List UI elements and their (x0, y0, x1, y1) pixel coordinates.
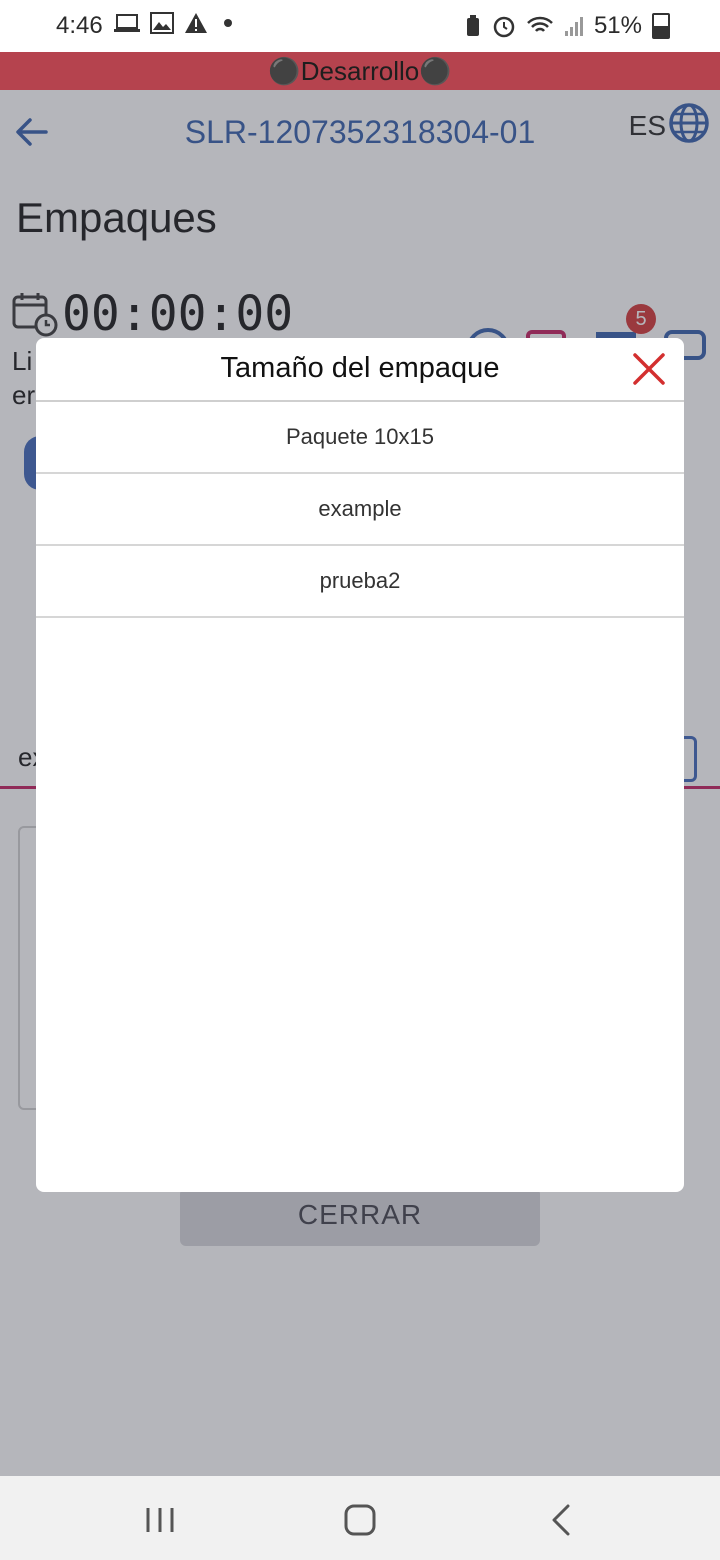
battery-icon (652, 13, 670, 39)
dev-banner-text: Desarrollo (300, 56, 420, 86)
status-left-icons (114, 12, 238, 34)
app-screen: SLR-1207352318304-01 ES Empaques 00:00:0… (0, 90, 720, 1476)
status-bar: 4:46 51% (0, 0, 720, 52)
recent-apps-icon[interactable] (140, 1500, 180, 1540)
package-option[interactable]: prueba2 (36, 546, 684, 618)
back-icon[interactable] (542, 1500, 582, 1540)
battery-saver-icon (466, 15, 479, 36)
laptop-icon (114, 14, 140, 32)
alarm-icon (493, 16, 515, 38)
wifi-icon (527, 16, 553, 32)
warning-icon (185, 13, 207, 33)
dialog-title: Tamaño del empaque (220, 352, 500, 384)
battery-percent: 51% (593, 12, 642, 39)
home-icon[interactable] (340, 1500, 380, 1540)
dialog-header: Tamaño del empaque (36, 338, 684, 402)
package-option[interactable]: example (36, 474, 684, 546)
package-size-dialog: Tamaño del empaque Paquete 10x15 example… (36, 338, 684, 1192)
dot-icon (224, 19, 232, 27)
navigation-bar (0, 1476, 720, 1560)
bomb-icon: ⚫ (419, 56, 452, 86)
dev-banner: ⚫Desarrollo⚫ (0, 52, 720, 90)
bomb-icon: ⚫ (268, 56, 301, 86)
close-icon[interactable] (632, 352, 666, 386)
status-time: 4:46 (56, 12, 103, 39)
package-option[interactable]: Paquete 10x15 (36, 402, 684, 474)
status-right-icons: 51% (464, 12, 670, 40)
image-icon (150, 12, 174, 34)
signal-icon (564, 17, 583, 36)
